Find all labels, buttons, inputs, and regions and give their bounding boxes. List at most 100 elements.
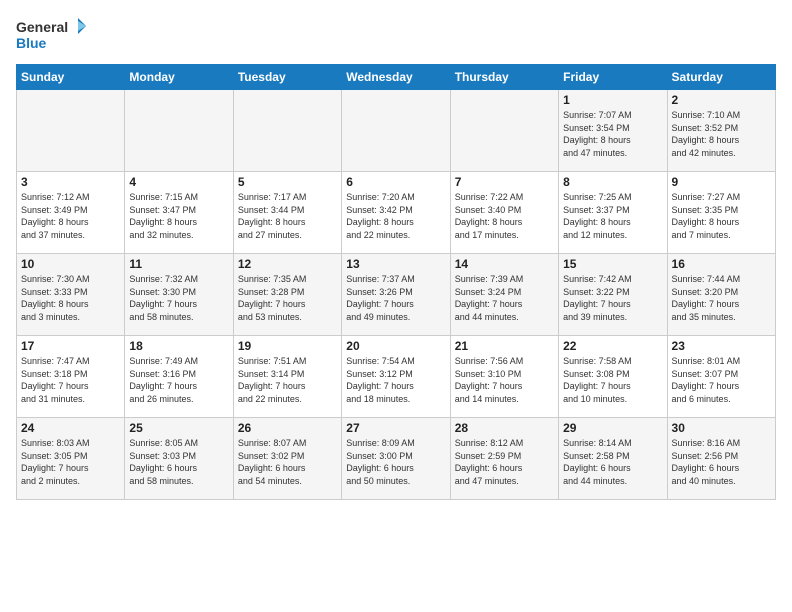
day-number: 17	[21, 339, 120, 353]
day-number: 23	[672, 339, 771, 353]
calendar-cell: 11 Sunrise: 7:32 AM Sunset: 3:30 PM Dayli…	[125, 254, 233, 336]
day-number: 10	[21, 257, 120, 271]
calendar-cell: 1Sunrise: 7:07 AM Sunset: 3:54 PM Daylig…	[559, 90, 667, 172]
calendar-cell: 16 Sunrise: 7:44 AM Sunset: 3:20 PM Dayli…	[667, 254, 775, 336]
weekday-header: Tuesday	[233, 65, 341, 90]
calendar-cell: 12Sunrise: 7:35 AM Sunset: 3:28 PM Dayli…	[233, 254, 341, 336]
calendar-week-row: 24 Sunrise: 8:03 AM Sunset: 3:05 PM Dayli…	[17, 418, 776, 500]
calendar-cell	[450, 90, 558, 172]
day-number: 22	[563, 339, 662, 353]
weekday-header: Thursday	[450, 65, 558, 90]
cell-info: Sunrise: 7:54 AM Sunset: 3:12 PM Dayligh…	[346, 355, 445, 405]
day-number: 18	[129, 339, 228, 353]
calendar-cell: 14 Sunrise: 7:39 AM Sunset: 3:24 PM Dayli…	[450, 254, 558, 336]
calendar-cell: 29 Sunrise: 8:14 AM Sunset: 2:58 PM Dayli…	[559, 418, 667, 500]
calendar-cell: 2Sunrise: 7:10 AM Sunset: 3:52 PM Daylig…	[667, 90, 775, 172]
calendar-week-row: 17 Sunrise: 7:47 AM Sunset: 3:18 PM Dayli…	[17, 336, 776, 418]
cell-info: Sunrise: 7:07 AM Sunset: 3:54 PM Dayligh…	[563, 109, 662, 159]
cell-info: Sunrise: 8:03 AM Sunset: 3:05 PM Dayligh…	[21, 437, 120, 487]
calendar-cell	[342, 90, 450, 172]
cell-info: Sunrise: 7:51 AM Sunset: 3:14 PM Dayligh…	[238, 355, 337, 405]
day-number: 26	[238, 421, 337, 435]
calendar-cell: 9 Sunrise: 7:27 AM Sunset: 3:35 PM Daylig…	[667, 172, 775, 254]
calendar-cell: 4 Sunrise: 7:15 AM Sunset: 3:47 PM Daylig…	[125, 172, 233, 254]
calendar-cell: 13Sunrise: 7:37 AM Sunset: 3:26 PM Dayli…	[342, 254, 450, 336]
calendar-cell: 18 Sunrise: 7:49 AM Sunset: 3:16 PM Dayli…	[125, 336, 233, 418]
cell-info: Sunrise: 7:47 AM Sunset: 3:18 PM Dayligh…	[21, 355, 120, 405]
weekday-header: Wednesday	[342, 65, 450, 90]
calendar-cell: 26 Sunrise: 8:07 AM Sunset: 3:02 PM Dayli…	[233, 418, 341, 500]
weekday-header-row: SundayMondayTuesdayWednesdayThursdayFrid…	[17, 65, 776, 90]
day-number: 11	[129, 257, 228, 271]
calendar-cell	[17, 90, 125, 172]
day-number: 29	[563, 421, 662, 435]
weekday-header: Saturday	[667, 65, 775, 90]
calendar-cell: 6Sunrise: 7:20 AM Sunset: 3:42 PM Daylig…	[342, 172, 450, 254]
cell-info: Sunrise: 7:32 AM Sunset: 3:30 PM Dayligh…	[129, 273, 228, 323]
day-number: 7	[455, 175, 554, 189]
day-number: 15	[563, 257, 662, 271]
calendar-cell: 30 Sunrise: 8:16 AM Sunset: 2:56 PM Dayli…	[667, 418, 775, 500]
calendar-cell: 7 Sunrise: 7:22 AM Sunset: 3:40 PM Daylig…	[450, 172, 558, 254]
calendar-cell: 17 Sunrise: 7:47 AM Sunset: 3:18 PM Dayli…	[17, 336, 125, 418]
day-number: 30	[672, 421, 771, 435]
cell-info: Sunrise: 7:12 AM Sunset: 3:49 PM Dayligh…	[21, 191, 120, 241]
calendar-week-row: 1Sunrise: 7:07 AM Sunset: 3:54 PM Daylig…	[17, 90, 776, 172]
cell-info: Sunrise: 7:22 AM Sunset: 3:40 PM Dayligh…	[455, 191, 554, 241]
cell-info: Sunrise: 8:16 AM Sunset: 2:56 PM Dayligh…	[672, 437, 771, 487]
cell-info: Sunrise: 7:37 AM Sunset: 3:26 PM Dayligh…	[346, 273, 445, 323]
day-number: 20	[346, 339, 445, 353]
cell-info: Sunrise: 7:58 AM Sunset: 3:08 PM Dayligh…	[563, 355, 662, 405]
cell-info: Sunrise: 7:56 AM Sunset: 3:10 PM Dayligh…	[455, 355, 554, 405]
cell-info: Sunrise: 7:42 AM Sunset: 3:22 PM Dayligh…	[563, 273, 662, 323]
cell-info: Sunrise: 7:25 AM Sunset: 3:37 PM Dayligh…	[563, 191, 662, 241]
calendar-cell: 21 Sunrise: 7:56 AM Sunset: 3:10 PM Dayli…	[450, 336, 558, 418]
cell-info: Sunrise: 7:35 AM Sunset: 3:28 PM Dayligh…	[238, 273, 337, 323]
day-number: 3	[21, 175, 120, 189]
calendar-cell	[125, 90, 233, 172]
cell-info: Sunrise: 7:20 AM Sunset: 3:42 PM Dayligh…	[346, 191, 445, 241]
day-number: 4	[129, 175, 228, 189]
day-number: 24	[21, 421, 120, 435]
day-number: 27	[346, 421, 445, 435]
cell-info: Sunrise: 8:12 AM Sunset: 2:59 PM Dayligh…	[455, 437, 554, 487]
calendar-cell: 3 Sunrise: 7:12 AM Sunset: 3:49 PM Daylig…	[17, 172, 125, 254]
cell-info: Sunrise: 7:10 AM Sunset: 3:52 PM Dayligh…	[672, 109, 771, 159]
logo-svg: General Blue	[16, 16, 86, 56]
weekday-header: Sunday	[17, 65, 125, 90]
calendar-cell	[233, 90, 341, 172]
cell-info: Sunrise: 8:07 AM Sunset: 3:02 PM Dayligh…	[238, 437, 337, 487]
weekday-header: Friday	[559, 65, 667, 90]
day-number: 16	[672, 257, 771, 271]
calendar-cell: 8 Sunrise: 7:25 AM Sunset: 3:37 PM Daylig…	[559, 172, 667, 254]
cell-info: Sunrise: 7:15 AM Sunset: 3:47 PM Dayligh…	[129, 191, 228, 241]
day-number: 19	[238, 339, 337, 353]
svg-text:Blue: Blue	[16, 35, 47, 51]
day-number: 9	[672, 175, 771, 189]
calendar-cell: 23 Sunrise: 8:01 AM Sunset: 3:07 PM Dayli…	[667, 336, 775, 418]
calendar-cell: 27Sunrise: 8:09 AM Sunset: 3:00 PM Dayli…	[342, 418, 450, 500]
cell-info: Sunrise: 7:39 AM Sunset: 3:24 PM Dayligh…	[455, 273, 554, 323]
day-number: 21	[455, 339, 554, 353]
day-number: 14	[455, 257, 554, 271]
calendar-cell: 15 Sunrise: 7:42 AM Sunset: 3:22 PM Dayli…	[559, 254, 667, 336]
svg-text:General: General	[16, 19, 68, 35]
day-number: 28	[455, 421, 554, 435]
cell-info: Sunrise: 7:30 AM Sunset: 3:33 PM Dayligh…	[21, 273, 120, 323]
calendar-cell: 5 Sunrise: 7:17 AM Sunset: 3:44 PM Daylig…	[233, 172, 341, 254]
cell-info: Sunrise: 7:27 AM Sunset: 3:35 PM Dayligh…	[672, 191, 771, 241]
day-number: 8	[563, 175, 662, 189]
calendar-cell: 28 Sunrise: 8:12 AM Sunset: 2:59 PM Dayli…	[450, 418, 558, 500]
cell-info: Sunrise: 7:17 AM Sunset: 3:44 PM Dayligh…	[238, 191, 337, 241]
logo: General Blue	[16, 16, 86, 56]
calendar-week-row: 3 Sunrise: 7:12 AM Sunset: 3:49 PM Daylig…	[17, 172, 776, 254]
main-container: General Blue SundayMondayTuesdayWednesda…	[0, 0, 792, 508]
calendar-cell: 22 Sunrise: 7:58 AM Sunset: 3:08 PM Dayli…	[559, 336, 667, 418]
cell-info: Sunrise: 7:44 AM Sunset: 3:20 PM Dayligh…	[672, 273, 771, 323]
day-number: 5	[238, 175, 337, 189]
cell-info: Sunrise: 8:05 AM Sunset: 3:03 PM Dayligh…	[129, 437, 228, 487]
cell-info: Sunrise: 8:14 AM Sunset: 2:58 PM Dayligh…	[563, 437, 662, 487]
cell-info: Sunrise: 8:01 AM Sunset: 3:07 PM Dayligh…	[672, 355, 771, 405]
calendar-cell: 10 Sunrise: 7:30 AM Sunset: 3:33 PM Dayli…	[17, 254, 125, 336]
cell-info: Sunrise: 7:49 AM Sunset: 3:16 PM Dayligh…	[129, 355, 228, 405]
